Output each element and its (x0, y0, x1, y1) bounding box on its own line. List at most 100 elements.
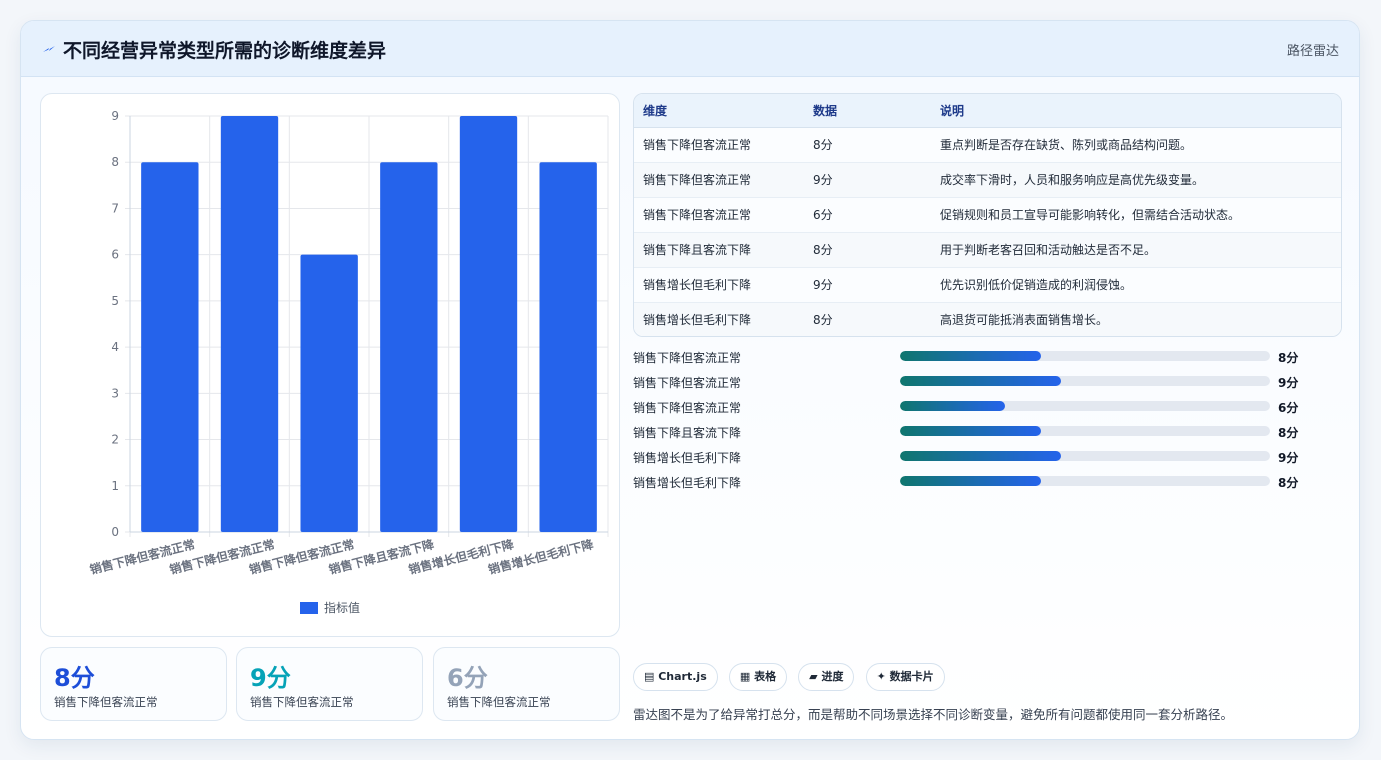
column-header: 数据 (804, 94, 931, 128)
progress-track (900, 376, 1270, 386)
progress-label: 销售下降且客流下降 (633, 426, 742, 440)
progress-track (900, 451, 1270, 461)
progress-label: 销售下降但客流正常 (633, 351, 742, 365)
chart-icon: ▤ (644, 670, 659, 683)
bar (380, 162, 438, 532)
progress-label: 销售下降但客流正常 (633, 401, 742, 415)
progress-label: 销售增长但毛利下降 (633, 476, 742, 490)
header-tag: 路径雷达 (1286, 44, 1339, 59)
chip-data-card[interactable]: ✦ 数据卡片 (865, 663, 945, 691)
y-tick-label: 8 (111, 155, 119, 169)
progress-label: 销售增长但毛利下降 (633, 451, 742, 465)
chip-progress[interactable]: ▰ 进度 (798, 663, 855, 691)
table-cell: 6分 (804, 197, 931, 233)
progress-track (900, 476, 1270, 486)
legend-swatch (300, 602, 318, 614)
table-cell: 销售增长但毛利下降 (634, 302, 804, 336)
page-title: 不同经营异常类型所需的诊断维度差异 (63, 40, 387, 62)
table-cell: 销售下降但客流正常 (634, 162, 804, 198)
column-header: 维度 (634, 94, 804, 128)
table-cell: 8分 (804, 127, 931, 163)
y-tick-label: 3 (111, 386, 119, 400)
progress-fill (900, 426, 1041, 436)
progress-value: 9分 (1278, 376, 1299, 390)
chip-chartjs[interactable]: ▤ Chart.js (633, 663, 718, 691)
y-tick-label: 7 (111, 201, 119, 215)
progress-fill (900, 451, 1061, 461)
y-tick-label: 4 (111, 340, 119, 354)
bar (539, 162, 597, 532)
table-row: 销售增长但毛利下降 8分 高退货可能抵消表面销售增长。 (634, 302, 1341, 336)
table-icon: ▦ (739, 670, 755, 683)
bar-chart: 0123456789销售下降但客流正常销售下降但客流正常销售下降但客流正常销售下… (88, 109, 609, 615)
progress-value: 8分 (1278, 351, 1299, 365)
footnote: 雷达图不是为了给异常打总分，而是帮助不同场景选择不同诊断变量，避免所有问题都使用… (633, 707, 1234, 722)
progress-track (900, 401, 1270, 411)
table-cell: 8分 (804, 232, 931, 268)
y-tick-label: 0 (111, 525, 119, 539)
progress-icon: ▰ (809, 670, 822, 683)
card-icon: ✦ (876, 670, 890, 683)
y-tick-label: 6 (111, 248, 119, 262)
table-cell: 销售下降但客流正常 (634, 197, 804, 233)
legend-label: 指标值 (324, 600, 360, 615)
table-cell: 促销规则和员工宣导可能影响转化，但需结合活动状态。 (931, 197, 1341, 233)
table-header-row: 维度 数据 说明 (634, 94, 1341, 128)
y-tick-label: 2 (111, 433, 119, 447)
progress-fill (900, 376, 1061, 386)
table-row: 销售下降但客流正常 6分 促销规则和员工宣导可能影响转化，但需结合活动状态。 (634, 197, 1341, 233)
progress-value: 6分 (1278, 401, 1299, 415)
lightning-icon (43, 46, 55, 52)
bar (141, 162, 199, 532)
table-cell: 用于判断老客召回和活动触达是否不足。 (931, 232, 1341, 268)
table-cell: 8分 (804, 302, 931, 336)
card-header: 不同经营异常类型所需的诊断维度差异 路径雷达 (21, 21, 1359, 77)
bar (220, 116, 279, 532)
table-cell: 销售增长但毛利下降 (634, 267, 804, 303)
table-row: 销售下降但客流正常 8分 重点判断是否存在缺货、陈列或商品结构问题。 (634, 127, 1341, 163)
tech-chips: ▤ Chart.js ▦ 表格 ▰ 进度 ✦ 数据卡片 (633, 663, 951, 691)
progress-label: 销售下降但客流正常 (633, 376, 742, 390)
bar (300, 254, 358, 532)
stat-value: 6分 (447, 664, 488, 692)
progress-row: 销售增长但毛利下降 9分 (633, 446, 1342, 471)
progress-row: 销售下降且客流下降 8分 (633, 421, 1342, 446)
progress-row: 销售下降但客流正常 6分 (633, 396, 1342, 421)
progress-row: 销售下降但客流正常 9分 (633, 371, 1342, 396)
table-cell: 优先识别低价促销造成的利润侵蚀。 (931, 267, 1341, 303)
stat-value: 8分 (54, 664, 95, 692)
progress-value: 9分 (1278, 451, 1299, 465)
y-tick-label: 1 (111, 479, 119, 493)
column-header: 说明 (931, 94, 1341, 128)
stat-card-3: 6分 销售下降但客流正常 (433, 647, 620, 721)
progress-fill (900, 401, 1006, 411)
y-tick-label: 5 (111, 294, 119, 308)
table-row: 销售下降但客流正常 9分 成交率下滑时，人员和服务响应是高优先级变量。 (634, 162, 1341, 198)
progress-list: 销售下降但客流正常 8分 销售下降但客流正常 9分 销售下降但客流正常 6分 销… (633, 346, 1342, 496)
stat-label: 销售下降但客流正常 (54, 695, 158, 709)
table-cell: 销售下降但客流正常 (634, 127, 804, 163)
progress-fill (900, 351, 1041, 361)
progress-track (900, 426, 1270, 436)
table-cell: 9分 (804, 162, 931, 198)
table-cell: 9分 (804, 267, 931, 303)
table-cell: 重点判断是否存在缺货、陈列或商品结构问题。 (931, 127, 1341, 163)
chart-panel: 0 1 2 3 4 5 6 7 8 9 销售下降但客流正常 销售下降但客流正常 销售下降但客流正常 销售下… (40, 93, 620, 637)
progress-fill (900, 476, 1041, 486)
stat-card-2: 9分 销售下降但客流正常 (236, 647, 423, 721)
dashboard-card: 不同经营异常类型所需的诊断维度差异 路径雷达 0 1 2 3 4 5 6 7 8 9 销售下降但客流… (20, 20, 1360, 740)
progress-row: 销售增长但毛利下降 8分 (633, 471, 1342, 496)
stat-value: 9分 (250, 664, 291, 692)
table-cell: 销售下降且客流下降 (634, 232, 804, 268)
table-row: 销售增长但毛利下降 9分 优先识别低价促销造成的利润侵蚀。 (634, 267, 1341, 303)
progress-row: 销售下降但客流正常 8分 (633, 346, 1342, 371)
bar (459, 116, 518, 532)
progress-value: 8分 (1278, 426, 1299, 440)
dimension-table: 维度 数据 说明 销售下降但客流正常 8分 重点判断是否存在缺货、陈列或商品结构… (633, 93, 1342, 337)
stat-label: 销售下降但客流正常 (250, 695, 354, 709)
table-cell: 高退货可能抵消表面销售增长。 (931, 302, 1341, 336)
table-cell: 成交率下滑时，人员和服务响应是高优先级变量。 (931, 162, 1341, 198)
table-row: 销售下降且客流下降 8分 用于判断老客召回和活动触达是否不足。 (634, 232, 1341, 268)
stat-label: 销售下降但客流正常 (447, 695, 551, 709)
chip-table[interactable]: ▦ 表格 (728, 663, 788, 691)
